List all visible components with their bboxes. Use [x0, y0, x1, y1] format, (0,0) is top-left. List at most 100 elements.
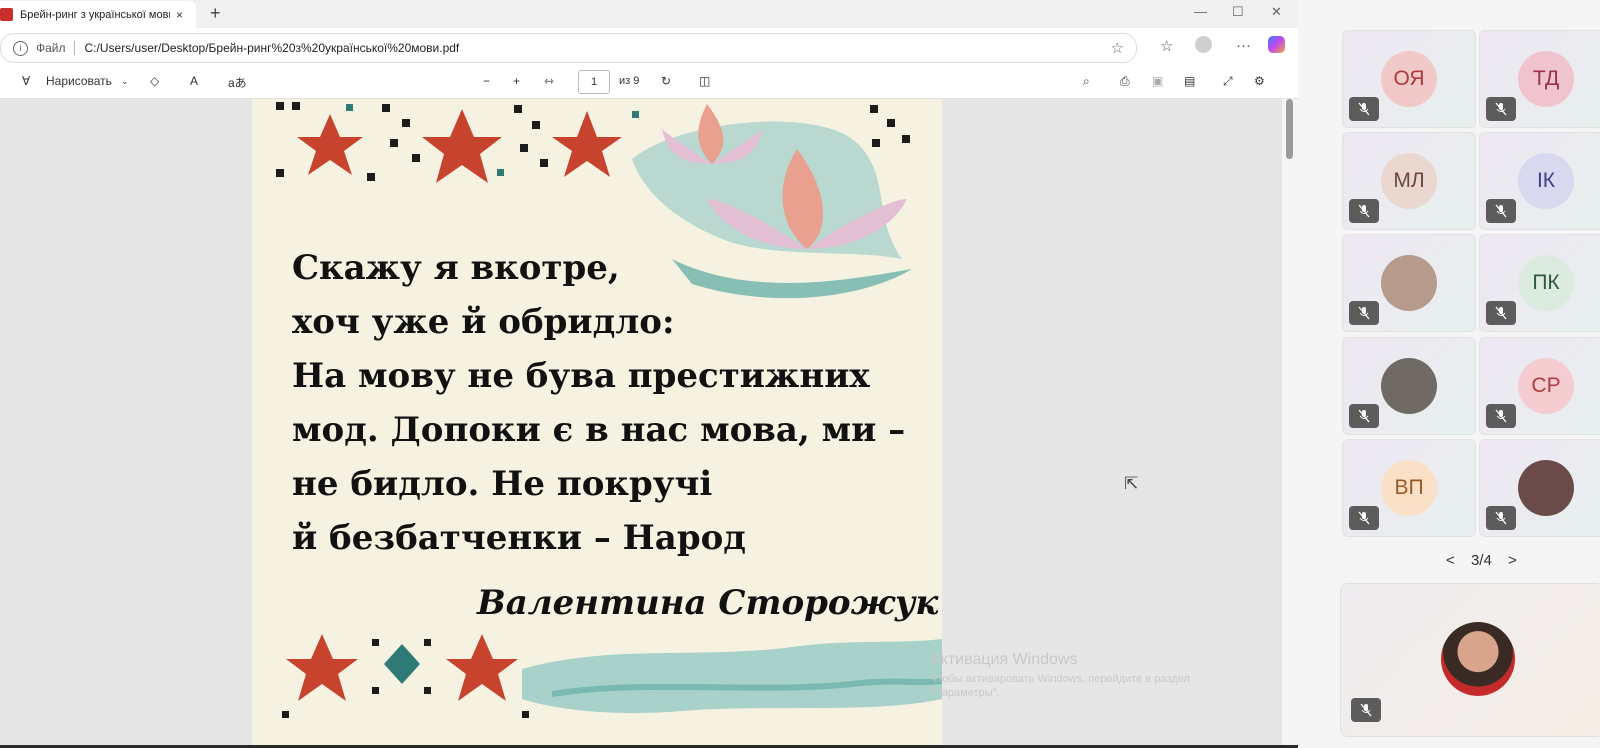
participants-pager: < 3/4 >	[1440, 552, 1523, 569]
mic-muted-icon	[1349, 404, 1379, 428]
save-as-icon[interactable]: ▤	[1184, 74, 1195, 88]
avatar: ІК	[1518, 153, 1574, 209]
tab-bar: Брейн-ринг з української мови.pdf × + — …	[0, 0, 1298, 28]
participant-tile[interactable]: ІК	[1479, 132, 1600, 230]
embroidery-bottom-icon	[282, 634, 942, 718]
participant-tile[interactable]: МЛ	[1342, 132, 1476, 230]
address-bar[interactable]: i Файл C:/Users/user/Desktop/Брейн-ринг%…	[0, 33, 1137, 63]
mic-muted-icon	[1349, 506, 1379, 530]
page-total: из 9	[619, 75, 640, 87]
rotate-icon[interactable]: ↻	[661, 74, 671, 88]
pdf-viewer[interactable]: Скажу я вкотре, хоч уже й обридло: На мо…	[0, 99, 1282, 745]
save-icon[interactable]: ▣	[1152, 74, 1163, 88]
mic-muted-icon	[1486, 199, 1516, 223]
poem-line: На мову не бува престижних	[292, 356, 870, 396]
url-text[interactable]: C:/Users/user/Desktop/Брейн-ринг%20з%20у…	[85, 41, 460, 55]
favorites-icon[interactable]: ☆	[1160, 37, 1173, 55]
close-window-button[interactable]: ✕	[1271, 4, 1282, 20]
eraser-icon[interactable]: ◇	[150, 74, 159, 88]
tab-title: Брейн-ринг з української мови.pdf	[20, 8, 170, 21]
next-page-button[interactable]: >	[1508, 552, 1517, 569]
favorite-star-icon[interactable]: ☆	[1111, 39, 1124, 57]
participant-tile[interactable]: ПК	[1479, 234, 1600, 332]
poem-line: не бидло. Не покручі	[292, 464, 713, 504]
page-number-input[interactable]: 1	[578, 70, 610, 94]
pdf-page: Скажу я вкотре, хоч уже й обридло: На мо…	[252, 99, 942, 745]
participant-tile[interactable]: СР	[1479, 337, 1600, 435]
avatar: СР	[1518, 358, 1574, 414]
fit-page-icon[interactable]: ⇿	[544, 74, 554, 88]
chevron-down-icon[interactable]: ⌄	[121, 76, 129, 87]
fullscreen-icon[interactable]: ⤢	[1223, 74, 1233, 89]
avatar-initials: ТД	[1532, 67, 1560, 90]
avatar-initials: СР	[1531, 374, 1561, 397]
avatar	[1381, 358, 1437, 414]
participant-tile[interactable]	[1342, 337, 1476, 435]
windows-activation-watermark: Активация Windows Чтобы активировать Win…	[930, 651, 1190, 699]
address-bar-row: i Файл C:/Users/user/Desktop/Брейн-ринг%…	[0, 30, 1298, 64]
file-label: Файл	[36, 41, 66, 55]
translate-button[interactable]: aあ	[228, 74, 247, 91]
pdf-toolbar: ∀ Нарисовать ⌄ ◇ A aあ − + ⇿ 1 из 9 ↻ ◫ ⌕…	[0, 66, 1298, 99]
info-icon[interactable]: i	[13, 40, 28, 56]
copilot-icon[interactable]	[1268, 36, 1285, 53]
minimize-button[interactable]: —	[1194, 4, 1207, 19]
participant-tile[interactable]: ТД	[1479, 30, 1600, 128]
mouse-cursor-icon: ⇱	[1124, 474, 1139, 493]
avatar	[1518, 460, 1574, 516]
participant-tile[interactable]: ВП	[1342, 439, 1476, 537]
divider	[73, 41, 75, 55]
poem-line: й безбатченки – Народ	[292, 518, 746, 558]
prev-page-button[interactable]: <	[1446, 552, 1455, 569]
page-view-icon[interactable]: ◫	[699, 74, 710, 88]
mic-muted-icon	[1351, 698, 1381, 722]
mic-muted-icon	[1349, 301, 1379, 325]
mic-muted-icon	[1486, 97, 1516, 121]
avatar-initials: ІК	[1536, 169, 1556, 192]
maximize-button[interactable]: ☐	[1232, 4, 1244, 20]
watermark-title: Активация Windows	[930, 651, 1078, 668]
browser-window: Брейн-ринг з української мови.pdf × + — …	[0, 0, 1298, 748]
participant-tile[interactable]	[1479, 439, 1600, 537]
avatar-initials: ВП	[1394, 476, 1424, 499]
avatar-initials: ОЯ	[1393, 67, 1425, 90]
poem-author: Валентина Сторожук	[477, 583, 939, 623]
zoom-in-button[interactable]: +	[513, 74, 520, 88]
poem-text: Скажу я вкотре, хоч уже й обридло: На мо…	[292, 241, 932, 565]
more-icon[interactable]: ···	[1236, 37, 1251, 54]
profile-icon[interactable]	[1195, 36, 1212, 53]
avatar-initials: ПК	[1532, 271, 1560, 294]
watermark-line: "Параметры".	[930, 687, 1000, 699]
draw-icon[interactable]: ∀	[22, 74, 30, 88]
scrollbar[interactable]	[1282, 99, 1298, 745]
avatar	[1381, 255, 1437, 311]
mic-muted-icon	[1349, 199, 1379, 223]
mic-muted-icon	[1349, 97, 1379, 121]
page-indicator: 3/4	[1470, 552, 1492, 569]
watermark-line: Чтобы активировать Windows, перейдите в …	[930, 673, 1190, 685]
mic-muted-icon	[1486, 506, 1516, 530]
participant-tile[interactable]: ОЯ	[1342, 30, 1476, 128]
tab-close-button[interactable]: ×	[176, 8, 183, 22]
scrollbar-thumb[interactable]	[1286, 99, 1293, 159]
zoom-out-button[interactable]: −	[483, 74, 490, 88]
new-tab-button[interactable]: +	[210, 3, 221, 24]
avatar: ОЯ	[1381, 51, 1437, 107]
avatar: ВП	[1381, 460, 1437, 516]
avatar: ТД	[1518, 51, 1574, 107]
avatar: МЛ	[1381, 153, 1437, 209]
settings-icon[interactable]: ⚙	[1254, 74, 1265, 88]
tab-pdf[interactable]: Брейн-ринг з української мови.pdf ×	[0, 1, 196, 28]
search-icon[interactable]: ⌕	[1083, 74, 1090, 89]
participant-tile[interactable]	[1342, 234, 1476, 332]
poem-line: мод. Допоки є в нас мова, ми –	[292, 410, 906, 450]
avatar: ПК	[1518, 255, 1574, 311]
draw-button[interactable]: Нарисовать	[46, 74, 112, 88]
avatar-initials: МЛ	[1393, 169, 1425, 192]
self-video-tile[interactable]	[1340, 583, 1600, 737]
print-icon[interactable]: ⎙	[1120, 74, 1130, 89]
poem-line: хоч уже й обридло:	[292, 302, 675, 342]
mic-muted-icon	[1486, 404, 1516, 428]
pdf-file-icon	[0, 8, 13, 21]
read-aloud-button[interactable]: A	[190, 74, 198, 88]
